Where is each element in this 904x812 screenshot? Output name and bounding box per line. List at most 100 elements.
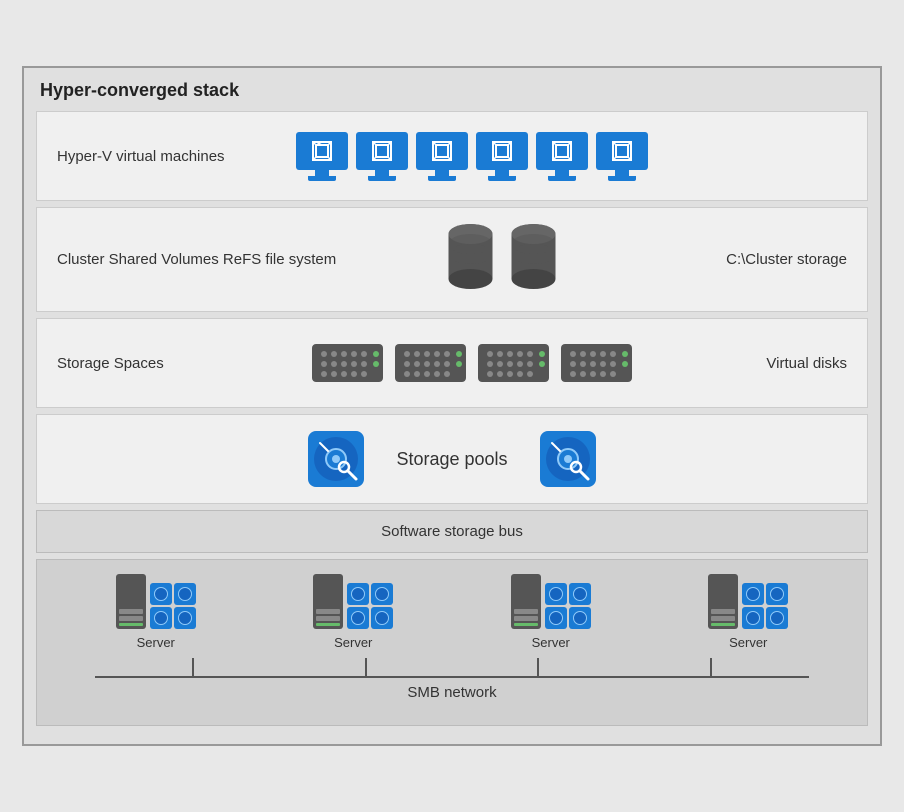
monitor-base [608,176,636,181]
monitor-base [308,176,336,181]
disk-small [150,607,172,629]
monitor-screen [356,132,408,170]
disk-small-group [150,583,196,629]
server-bar [711,616,735,621]
storage-pools-label: Storage pools [396,449,507,470]
server-bar [711,609,735,614]
server-unit: Server [708,574,788,650]
disk-small [150,583,172,605]
server-graphic [708,574,788,629]
disk-small-inner [573,611,587,625]
server-led [711,623,735,626]
monitor-icon [416,132,468,181]
disk-small [347,607,369,629]
nas-icon [559,342,634,384]
server-bar [316,616,340,621]
smb-tick [710,658,712,676]
monitor-screen [476,132,528,170]
disk-small [347,583,369,605]
csv-right-label: C:\Cluster storage [667,251,847,268]
server-unit: Server [116,574,196,650]
disk-small-inner [178,611,192,625]
server-tower [511,574,541,629]
smb-tick [192,658,194,676]
server-bar [119,609,143,614]
disk-small [545,607,567,629]
monitor-base [488,176,516,181]
monitor-base [428,176,456,181]
disk-small [742,607,764,629]
server-led [514,623,538,626]
disk-small [766,607,788,629]
nas-icon [393,342,468,384]
cylinder-icon [506,222,561,297]
server-label: Server [729,635,767,650]
server-graphic [511,574,591,629]
disk-small-inner [375,611,389,625]
storage-spaces-layer: Storage Spaces [36,318,868,408]
disk-small-inner [770,587,784,601]
server-bar [514,616,538,621]
disk-small-inner [351,611,365,625]
box-svg [311,140,333,162]
disk-small [766,583,788,605]
smb-tick [537,658,539,676]
disk-small [174,607,196,629]
disk-small-inner [375,587,389,601]
virtual-disks-label: Virtual disks [667,355,847,372]
storage-pools-icons: Storage pools [57,429,847,489]
servers-row: Server Server [57,574,847,650]
disk-small [545,583,567,605]
monitor-screen [536,132,588,170]
csv-icons [336,222,667,297]
server-tower [313,574,343,629]
nas-icon [310,342,385,384]
server-led [119,623,143,626]
smb-section: SMB network [57,658,847,711]
server-label: Server [532,635,570,650]
bus-label: Software storage bus [381,523,523,540]
storage-spaces-label: Storage Spaces [57,355,277,372]
disk-small-inner [573,587,587,601]
server-unit: Server [511,574,591,650]
cylinder-icon [443,222,498,297]
diagram-title: Hyper-converged stack [36,80,868,101]
server-bar [119,616,143,621]
server-tower [116,574,146,629]
disk-small-inner [549,587,563,601]
disk-small [569,583,591,605]
server-label: Server [334,635,372,650]
monitor-screen [416,132,468,170]
nas-icon [476,342,551,384]
disk-small [174,583,196,605]
disk-small-group [742,583,788,629]
disk-small [371,607,393,629]
disk-small-inner [746,611,760,625]
disk-small [371,583,393,605]
server-layer: Server Server [36,559,868,726]
disk-small-inner [351,587,365,601]
csv-layer: Cluster Shared Volumes ReFS file system … [36,207,868,312]
csv-label: Cluster Shared Volumes ReFS file system [57,251,336,268]
disk-small-inner [770,611,784,625]
storage-pool-disk-icon-2 [538,429,598,489]
storage-pools-layer: Storage pools [36,414,868,504]
disk-small-inner [178,587,192,601]
bus-layer: Software storage bus [36,510,868,553]
monitor-base [548,176,576,181]
server-led [316,623,340,626]
disk-small-group [545,583,591,629]
monitor-base [368,176,396,181]
monitor-icon [596,132,648,181]
server-graphic [313,574,393,629]
monitor-icon [536,132,588,181]
disk-small-inner [549,611,563,625]
disk-small-inner [746,587,760,601]
disk-small-group [347,583,393,629]
monitor-screen [296,132,348,170]
monitor-icon [476,132,528,181]
disk-small [569,607,591,629]
storage-spaces-icons [277,342,667,384]
server-graphic [116,574,196,629]
server-unit: Server [313,574,393,650]
